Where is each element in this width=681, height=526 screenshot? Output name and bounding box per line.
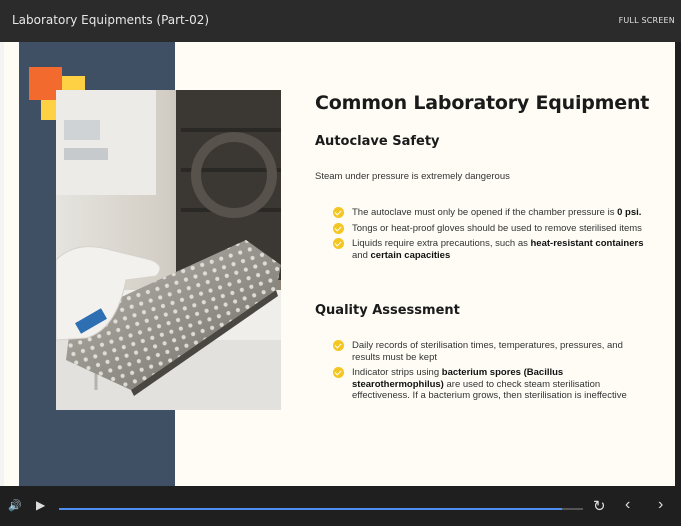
autoclave-photo <box>56 90 281 410</box>
bullet-text: and <box>352 249 371 261</box>
volume-icon[interactable]: 🔊 <box>8 499 22 512</box>
bullet-text: The autoclave must only be opened if the… <box>352 207 618 218</box>
autoclave-illustration <box>56 90 281 410</box>
play-icon[interactable]: ▶ <box>36 498 45 512</box>
window-title: Laboratory Equipments (Part-02) <box>12 13 210 27</box>
prev-icon[interactable]: ‹ <box>625 496 630 514</box>
bullet-text-bold: 0 psi. <box>617 207 642 218</box>
check-bullet-icon <box>333 222 344 234</box>
intro-text: Steam under pressure is extremely danger… <box>315 171 510 182</box>
fullscreen-button[interactable]: FULL SCREEN <box>619 16 675 25</box>
quality-bullet-list: Daily records of sterilisation times, te… <box>333 340 651 406</box>
progress-bar[interactable] <box>59 508 583 510</box>
player-controls: 🔊 ▶ ↻ ‹ › <box>0 486 681 526</box>
progress-fill <box>59 508 563 510</box>
bullet-text: Daily records of sterilisation times, te… <box>352 340 623 363</box>
slide: Common Laboratory Equipment Autoclave Sa… <box>4 42 675 486</box>
top-bar: Laboratory Equipments (Part-02) FULL SCR… <box>0 0 681 42</box>
autoclave-bullet-list: The autoclave must only be opened if the… <box>333 207 651 265</box>
bullet-item: Tongs or heat-proof gloves should be use… <box>333 222 651 235</box>
bullet-text: Liquids require extra precautions, such … <box>352 238 531 249</box>
check-bullet-icon <box>333 238 344 249</box>
bullet-item: Indicator strips using bacterium spores … <box>333 367 651 402</box>
check-bullet-icon <box>333 367 344 378</box>
section-heading-quality: Quality Assessment <box>315 303 460 318</box>
bullet-item: The autoclave must only be opened if the… <box>333 207 651 219</box>
slide-title: Common Laboratory Equipment <box>315 92 650 114</box>
check-bullet-icon <box>333 340 344 351</box>
bullet-text: Indicator strips using <box>352 367 442 378</box>
bullet-text-bold: heat-resistant containers <box>530 238 644 249</box>
bullet-text: Tongs or heat-proof gloves should be use… <box>352 222 642 234</box>
bullet-item: Daily records of sterilisation times, te… <box>333 340 651 363</box>
check-bullet-icon <box>333 207 344 218</box>
replay-icon[interactable]: ↻ <box>593 497 606 515</box>
slide-edge-right <box>675 42 681 486</box>
next-icon[interactable]: › <box>658 496 663 514</box>
bullet-text-bold: certain capacities <box>370 249 451 261</box>
section-heading-autoclave: Autoclave Safety <box>315 134 440 149</box>
bullet-item: Liquids require extra precautions, such … <box>333 238 651 261</box>
